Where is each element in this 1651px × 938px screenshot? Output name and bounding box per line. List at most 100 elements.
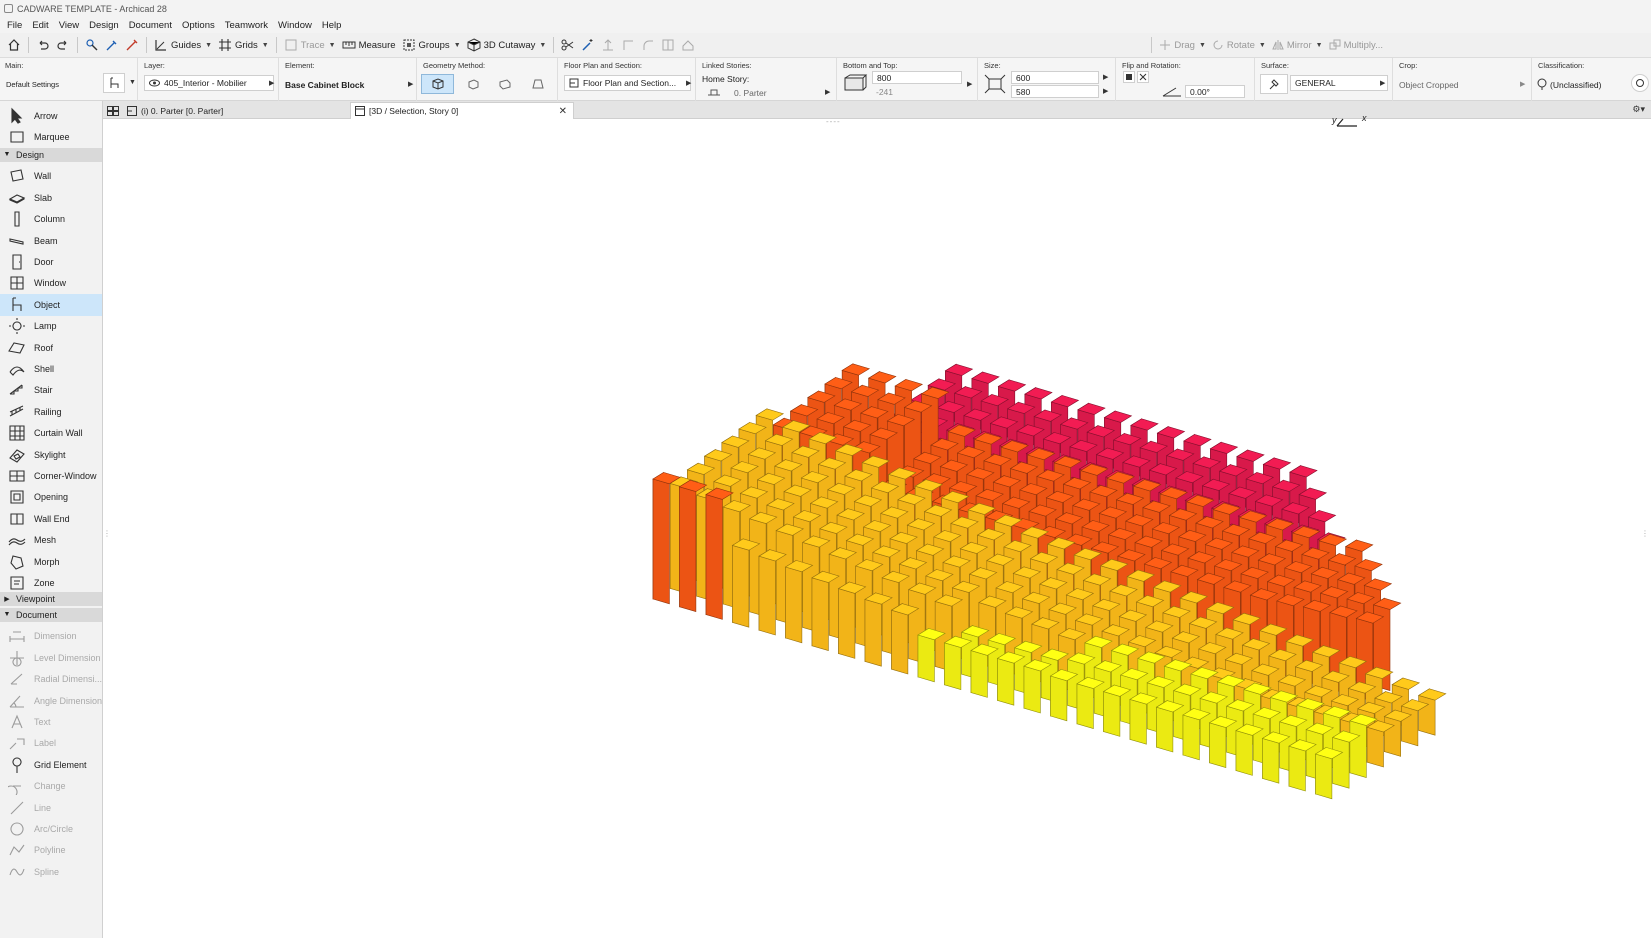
class-value[interactable]: (Unclassified) (1550, 80, 1602, 90)
chevron-down-icon[interactable]: ▼ (539, 42, 546, 49)
menu-options[interactable]: Options (177, 20, 220, 31)
tool-wall[interactable]: Wall (0, 165, 102, 187)
tool-label[interactable]: Label (0, 732, 102, 754)
chevron-right-icon[interactable]: ▶ (1380, 79, 1385, 87)
tool-level-dimension[interactable]: Level Dimension (0, 647, 102, 669)
chevron-down-icon[interactable]: ▼ (1259, 42, 1266, 49)
chevron-down-icon[interactable]: ▼ (2, 151, 12, 158)
syringe-button[interactable] (122, 35, 142, 55)
surface-select[interactable]: GENERAL (1290, 75, 1388, 91)
default-settings-value[interactable]: Default Settings (6, 80, 59, 89)
tool-dimension[interactable]: Dimension (0, 625, 102, 647)
drag-button[interactable]: Drag ▼ (1156, 35, 1209, 55)
redo-button[interactable] (53, 35, 73, 55)
undo-button[interactable] (33, 35, 53, 55)
tool-stair[interactable]: Stair (0, 379, 102, 401)
tool-shell[interactable]: Shell (0, 358, 102, 380)
size-a-input[interactable]: 600 (1011, 71, 1099, 84)
rotate-button[interactable]: Rotate ▼ (1209, 35, 1269, 55)
tool-morph[interactable]: Morph (0, 551, 102, 573)
multiply-button[interactable]: Multiply... (1326, 35, 1386, 55)
mirror-toggle-button[interactable] (1137, 71, 1149, 83)
layer-select[interactable]: 405_Interior - Mobilier (144, 75, 274, 91)
grids-button[interactable]: Grids ▼ (215, 35, 272, 55)
tool-line[interactable]: Line (0, 797, 102, 819)
home-button[interactable] (4, 35, 24, 55)
crop-value[interactable]: Object Cropped (1399, 80, 1459, 90)
element-value[interactable]: Base Cabinet Block (285, 80, 364, 90)
chevron-down-icon[interactable]: ▼ (262, 42, 269, 49)
guides-button[interactable]: Guides ▼ (151, 35, 215, 55)
tool-roof[interactable]: Roof (0, 337, 102, 359)
chevron-right-icon[interactable]: ▶ (269, 79, 274, 87)
tool-curtain-wall[interactable]: Curtain Wall (0, 422, 102, 444)
chevron-down-icon[interactable]: ▼ (205, 42, 212, 49)
properties-button[interactable] (1631, 74, 1649, 92)
tool-window[interactable]: Window (0, 272, 102, 294)
menu-document[interactable]: Document (124, 20, 177, 31)
cutaway-button[interactable]: 3D Cutaway ▼ (464, 35, 550, 55)
tool-skylight[interactable]: Skylight (0, 444, 102, 466)
chevron-right-icon[interactable]: ▶ (1103, 73, 1108, 81)
home-story-value[interactable]: 0. Parter (734, 88, 767, 98)
tool-slab[interactable]: Slab (0, 187, 102, 209)
tool-object[interactable]: Object (0, 293, 102, 316)
floorplan-select[interactable]: Floor Plan and Section... (564, 75, 691, 91)
chevron-right-icon[interactable]: ▶ (686, 79, 691, 87)
menu-view[interactable]: View (54, 20, 84, 31)
tool-zone[interactable]: Zone (0, 572, 102, 594)
chevron-down-icon[interactable]: ▼ (129, 79, 136, 86)
chevron-right-icon[interactable]: ▶ (2, 595, 12, 603)
geometry-slanted-button[interactable] (456, 74, 489, 94)
tab-3d-view[interactable]: [3D / Selection, Story 0] ✕ (350, 102, 574, 119)
chevron-right-icon[interactable]: ▶ (408, 80, 413, 88)
menu-teamwork[interactable]: Teamwork (220, 20, 273, 31)
geometry-box-button[interactable] (421, 74, 454, 94)
chevron-right-icon[interactable]: ▶ (967, 80, 972, 88)
measure-button[interactable]: Measure (339, 35, 399, 55)
tool-beam[interactable]: Beam (0, 230, 102, 252)
roof-trim-button[interactable] (678, 35, 698, 55)
chevron-right-icon[interactable]: ▶ (1103, 87, 1108, 95)
tool-change[interactable]: Change (0, 775, 102, 797)
tool-arrow[interactable]: Arrow (0, 105, 102, 127)
fillet-button[interactable] (638, 35, 658, 55)
section-document[interactable]: ▼ Document (0, 607, 102, 622)
surface-override-button[interactable] (1260, 74, 1288, 94)
magic-wand-button[interactable] (578, 35, 598, 55)
tool-door[interactable]: Door (0, 251, 102, 273)
tab-overview-button[interactable] (103, 102, 123, 119)
bottom-height-value[interactable]: -241 (876, 87, 893, 97)
tool-spline[interactable]: Spline (0, 861, 102, 883)
chevron-right-icon[interactable]: ▶ (1520, 80, 1525, 88)
tool-arc-circle[interactable]: Arc/Circle (0, 818, 102, 840)
tab-floor-plan[interactable]: (i) 0. Parter [0. Parter] (123, 102, 349, 119)
chevron-down-icon[interactable]: ▼ (1199, 42, 1206, 49)
chevron-right-icon[interactable]: ▶ (825, 88, 830, 96)
cabinet-block[interactable] (1417, 688, 1447, 736)
section-viewpoint[interactable]: ▶ Viewpoint (0, 592, 102, 607)
tool-lamp[interactable]: Lamp (0, 315, 102, 337)
chevron-down-icon[interactable]: ▼ (1316, 42, 1323, 49)
geometry-double-slanted-button[interactable] (488, 74, 521, 94)
object-settings-button[interactable] (103, 73, 125, 93)
tool-polyline[interactable]: Polyline (0, 839, 102, 861)
size-b-input[interactable]: 580 (1011, 85, 1099, 98)
section-design[interactable]: ▼ Design (0, 147, 102, 162)
tool-marquee[interactable]: Marquee (0, 126, 102, 148)
tool-mesh[interactable]: Mesh (0, 529, 102, 551)
tool-text[interactable]: Text (0, 711, 102, 733)
adjust-button[interactable] (618, 35, 638, 55)
tool-radial-dimensi[interactable]: Radial Dimensi... (0, 668, 102, 690)
eyedropper-button[interactable] (102, 35, 122, 55)
menu-edit[interactable]: Edit (27, 20, 53, 31)
split-button[interactable] (658, 35, 678, 55)
tool-opening[interactable]: Opening (0, 486, 102, 508)
view-options-icon[interactable]: ⚙▾ (1632, 104, 1645, 115)
tool-column[interactable]: Column (0, 208, 102, 230)
3d-viewport[interactable]: ---- ⋮ ⋮ y x (103, 113, 1651, 938)
scissors-button[interactable] (558, 35, 578, 55)
top-height-input[interactable]: 800 (872, 71, 962, 84)
chevron-down-icon[interactable]: ▼ (454, 42, 461, 49)
chevron-down-icon[interactable]: ▼ (329, 42, 336, 49)
